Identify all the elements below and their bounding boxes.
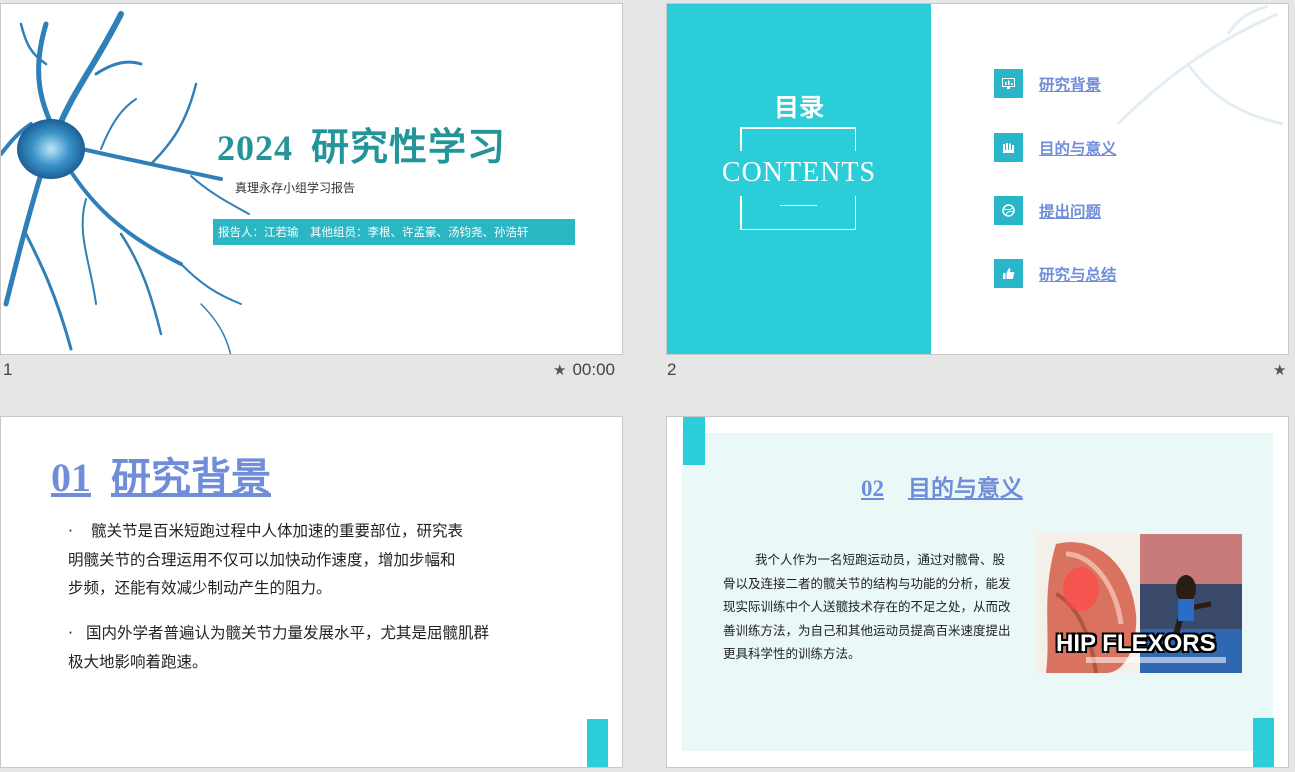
ball-icon xyxy=(994,196,1023,225)
toc-label: 目的与意义 xyxy=(1039,139,1117,158)
toc-item-2[interactable]: 目的与意义 xyxy=(994,133,1117,162)
contents-divider xyxy=(780,205,817,206)
slide-4-title: 02 目的与意义 xyxy=(861,476,1023,502)
slide-1-title: 2024 研究性学习 xyxy=(217,127,507,169)
slide-timing-2: ★ xyxy=(1273,360,1292,380)
corner-accent-top xyxy=(683,417,705,465)
hand-icon xyxy=(994,133,1023,162)
star-icon: ★ xyxy=(1273,362,1287,379)
corner-accent xyxy=(587,719,608,767)
slide-thumbnail-1[interactable]: 2024 研究性学习 真理永存小组学习报告 报告人：江若瑜 其他组员：李根、许孟豪… xyxy=(0,3,623,355)
toc-label: 研究与总结 xyxy=(1039,265,1117,284)
slide-number-2: 2 xyxy=(667,360,677,379)
chart-icon xyxy=(994,69,1023,98)
neuron-watermark xyxy=(1116,4,1284,126)
contents-heading: 目录 xyxy=(773,93,824,122)
slide-thumbnail-2[interactable]: 目录 CONTENTS 研究背景 目的与意义 提出问题 研究与总结 xyxy=(666,3,1289,355)
slide-number-1: 1 xyxy=(3,360,13,379)
toc-item-3[interactable]: 提出问题 xyxy=(994,196,1101,225)
neuron-illustration xyxy=(1,11,250,354)
background-paragraph-2: · 国内外学者普遍认为髋关节力量发展水平，尤其是屈髋肌群 极大地影响着跑速。 xyxy=(68,624,489,671)
thumbs-up-icon xyxy=(994,259,1023,288)
toc-item-4[interactable]: 研究与总结 xyxy=(994,259,1117,288)
slide-1-subtitle: 真理永存小组学习报告 xyxy=(235,181,356,195)
corner-accent-bottom xyxy=(1253,718,1274,767)
slide-timing-1: ★ 00:00 xyxy=(553,360,615,379)
hip-flexors-image: HIP FLEXORS xyxy=(1036,534,1242,673)
caption-strip xyxy=(1086,657,1226,663)
contents-label: CONTENTS xyxy=(721,157,877,188)
slide-thumbnail-3[interactable]: 01 研究背景 · 髋关节是百米短跑过程中人体加速的重要部位，研究表 明髋关节的合理… xyxy=(0,416,623,768)
background-paragraph-1: · 髋关节是百米短跑过程中人体加速的重要部位，研究表 明髋关节的合理运用不仅可以加… xyxy=(68,522,463,597)
toc-item-1[interactable]: 研究背景 xyxy=(994,69,1101,98)
slide-thumbnail-4[interactable]: 02 目的与意义 我个人作为一名短跑运动员，通过对髋骨、股骨以及连接二者的髋关节的… xyxy=(666,416,1289,768)
toc-label: 提出问题 xyxy=(1039,202,1102,221)
slide-3-title: 01 研究背景 xyxy=(51,455,271,501)
reporter-bar: 报告人：江若瑜 其他组员：李根、许孟豪、汤钧尧、孙浩轩 xyxy=(213,219,575,245)
toc-label: 研究背景 xyxy=(1039,75,1102,94)
purpose-paragraph: 我个人作为一名短跑运动员，通过对髋骨、股骨以及连接二者的髋关节的结构与功能的分析… xyxy=(723,552,1011,661)
image-caption: HIP FLEXORS xyxy=(1056,630,1216,657)
contents-panel: 目录 CONTENTS xyxy=(667,4,931,354)
star-icon: ★ xyxy=(553,362,567,379)
